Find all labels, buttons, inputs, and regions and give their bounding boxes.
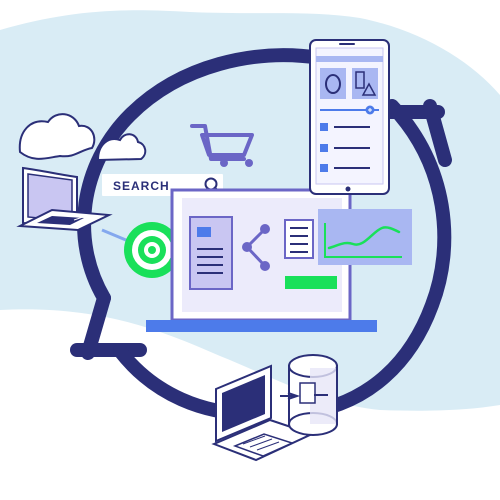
document-card-right bbox=[284, 219, 314, 259]
illustration-canvas: SEARCH bbox=[0, 0, 500, 500]
tablet-icon bbox=[309, 39, 390, 195]
line-chart-icon bbox=[318, 209, 412, 265]
search-label: SEARCH bbox=[113, 179, 170, 193]
workflow-illustration: SEARCH bbox=[0, 10, 500, 462]
database-icon bbox=[280, 354, 338, 436]
document-card-left bbox=[189, 216, 233, 290]
green-progress-bar bbox=[285, 276, 337, 289]
